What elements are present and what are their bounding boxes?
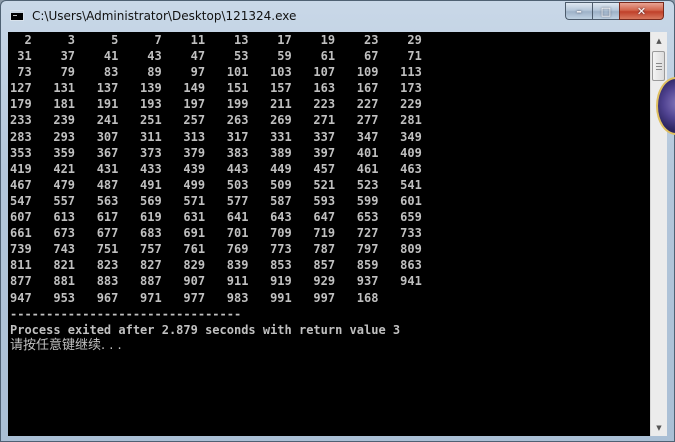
- arrow-down-icon: ▼: [656, 423, 662, 432]
- console-line: 127 131 137 139 149 151 157 163 167 173: [10, 81, 422, 96]
- console-output-area[interactable]: 2 3 5 7 11 13 17 19 23 29 31 37 41 43 47…: [8, 32, 657, 436]
- console-line: 353 359 367 373 379 383 389 397 401 409: [10, 145, 422, 160]
- console-line: 607 613 617 619 631 641 643 647 653 659: [10, 210, 422, 225]
- console-line: 547 557 563 569 571 577 587 593 599 601: [10, 193, 422, 208]
- console-line: 请按任意键继续. . .: [10, 337, 122, 353]
- console-text: 2 3 5 7 11 13 17 19 23 29 31 37 41 43 47…: [10, 32, 422, 354]
- maximize-icon: □: [600, 4, 612, 18]
- console-line: 877 881 883 887 907 911 919 929 937 941: [10, 274, 422, 289]
- scroll-down-button[interactable]: ▼: [651, 419, 667, 436]
- console-window: C:\Users\Administrator\Desktop\121324.ex…: [0, 0, 675, 442]
- scroll-thumb[interactable]: [652, 51, 665, 81]
- console-line: 73 79 83 89 97 101 103 107 109 113: [10, 65, 422, 80]
- grip-line: [656, 69, 662, 70]
- scroll-up-button[interactable]: ▲: [651, 32, 667, 49]
- console-line: 233 239 241 251 257 263 269 271 277 281: [10, 113, 422, 128]
- arrow-up-icon: ▲: [656, 36, 662, 45]
- console-line: 739 743 751 757 761 769 773 787 797 809: [10, 242, 422, 257]
- grip-line: [656, 66, 662, 67]
- caption-buttons: – □ ✕: [565, 2, 664, 21]
- minimize-button[interactable]: –: [565, 2, 592, 20]
- console-line: 283 293 307 311 313 317 331 337 347 349: [10, 129, 422, 144]
- console-line: 947 953 967 971 977 983 991 997 168: [10, 290, 379, 305]
- console-line: 811 821 823 827 829 839 853 857 859 863: [10, 258, 422, 273]
- close-button[interactable]: ✕: [619, 2, 664, 20]
- console-line: --------------------------------: [10, 306, 242, 321]
- console-line: 2 3 5 7 11 13 17 19 23 29: [10, 33, 422, 47]
- console-app-icon[interactable]: [10, 10, 24, 21]
- title-bar[interactable]: C:\Users\Administrator\Desktop\121324.ex…: [1, 1, 675, 32]
- console-line: 179 181 191 193 197 199 211 223 227 229: [10, 97, 422, 112]
- console-line: 661 673 677 683 691 701 709 719 727 733: [10, 226, 422, 241]
- maximize-button[interactable]: □: [592, 2, 619, 20]
- close-icon: ✕: [636, 4, 647, 18]
- console-line: 467 479 487 491 499 503 509 521 523 541: [10, 177, 422, 192]
- console-line: Process exited after 2.879 seconds with …: [10, 322, 401, 337]
- window-title: C:\Users\Administrator\Desktop\121324.ex…: [32, 9, 297, 23]
- console-line: 31 37 41 43 47 53 59 61 67 71: [10, 49, 422, 64]
- grip-line: [656, 63, 662, 64]
- console-line: 419 421 431 433 439 443 449 457 461 463: [10, 161, 422, 176]
- minimize-icon: –: [576, 4, 582, 18]
